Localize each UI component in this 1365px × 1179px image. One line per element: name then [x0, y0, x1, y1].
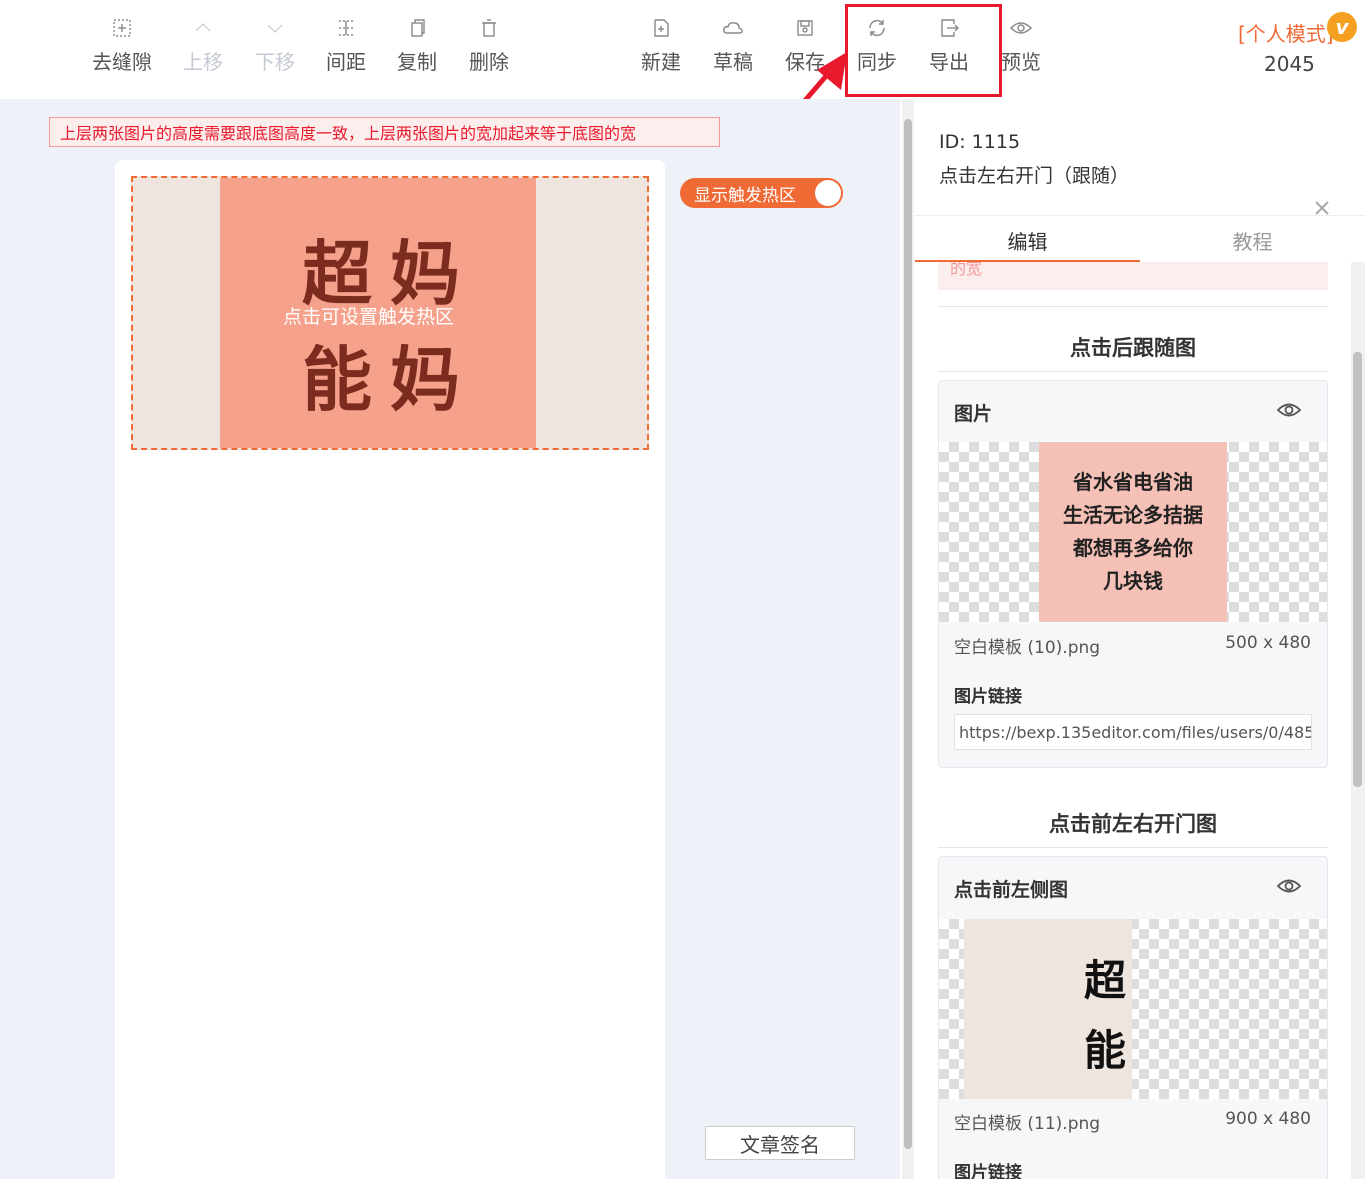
personal-mode-switch[interactable]: [个人模式]: [1238, 18, 1334, 47]
copy-icon: [406, 16, 428, 40]
eye-icon[interactable]: [1276, 877, 1302, 899]
remove-gap-label: 去缝隙: [92, 50, 152, 74]
new-label: 新建: [641, 50, 681, 74]
file-name: 空白模板 (10).png: [954, 638, 1101, 658]
trash-icon: [478, 16, 500, 40]
layout-notice: 上层两张图片的高度需要跟底图高度一致，上层两张图片的宽加起来等于底图的宽: [49, 117, 720, 147]
divider: [938, 371, 1328, 372]
new-button[interactable]: 新建: [626, 16, 696, 75]
chevron-up-icon: [192, 16, 214, 40]
warning-strip: 的宽: [938, 262, 1328, 290]
link-label: 图片链接: [954, 1163, 1022, 1179]
copy-label: 复制: [397, 50, 437, 74]
vip-badge-icon[interactable]: v: [1327, 12, 1357, 42]
cloud-icon: [722, 16, 744, 40]
draft-label: 草稿: [713, 50, 753, 74]
image-char: 超: [1083, 956, 1126, 1005]
follow-image: 省水省电省油 生活无论多拮据 都想再多给你 几块钱: [1039, 442, 1227, 622]
section-door-title: 点击前左右开门图: [1049, 812, 1217, 836]
image-link-input[interactable]: [954, 714, 1312, 750]
image-text-bottom: 能妈: [302, 339, 478, 421]
file-size: 500 x 480: [1225, 633, 1311, 653]
copy-button[interactable]: 复制: [382, 16, 452, 75]
move-down-button[interactable]: 下移: [240, 16, 310, 75]
panel-tabs: 编辑 教程: [915, 215, 1365, 262]
image-line: 省水省电省油: [1073, 470, 1193, 494]
image-line: 几块钱: [1103, 569, 1163, 593]
editor-canvas: 上层两张图片的高度需要跟底图高度一致，上层两张图片的宽加起来等于底图的宽 超妈 …: [0, 99, 900, 1179]
link-label: 图片链接: [954, 687, 1022, 707]
canvas-scrollbar-thumb[interactable]: [904, 119, 912, 1149]
grid-icon: [111, 16, 133, 40]
move-up-label: 上移: [183, 50, 223, 74]
panel-scrollbar[interactable]: [1351, 262, 1365, 1179]
remove-gap-button[interactable]: 去缝隙: [87, 16, 157, 75]
image-char: 能: [1083, 1026, 1126, 1075]
phone-preview: 超妈 能妈 点击可设置触发热区: [115, 160, 665, 1179]
eye-icon[interactable]: [1276, 401, 1302, 423]
user-count: 2045: [1264, 52, 1315, 76]
template-name: 点击左右开门（跟随）: [939, 165, 1130, 187]
follow-image-preview[interactable]: 省水省电省油 生活无论多拮据 都想再多给你 几块钱: [939, 442, 1327, 622]
chevron-down-icon: [264, 16, 286, 40]
top-toolbar: 去缝隙 上移 下移 间距 复制 删除 新建 草稿 保存 同步 导出 预览 [个人…: [0, 0, 1365, 99]
follow-image-card: 图片 省水省电省油 生活无论多拮据 都想再多给你 几块钱 空白模板 (10).p…: [938, 380, 1328, 768]
preview-label: 预览: [1001, 50, 1041, 74]
template-id: ID: 1115: [939, 131, 1021, 153]
save-icon: [794, 16, 816, 40]
properties-panel: ID: 1115 点击左右开门（跟随） 编辑 教程 的宽 点击后跟随图 图片 省…: [915, 99, 1365, 1179]
canvas-scrollbar[interactable]: [902, 99, 914, 1179]
file-name: 空白模板 (11).png: [954, 1114, 1101, 1134]
spacing-button[interactable]: 间距: [311, 16, 381, 75]
hotspot-toggle-label: 显示触发热区: [694, 185, 796, 206]
delete-label: 删除: [469, 50, 509, 74]
toggle-knob: [815, 180, 841, 206]
spacing-icon: [335, 16, 357, 40]
signature-button[interactable]: 文章签名: [705, 1126, 855, 1160]
left-image: 超 能: [964, 919, 1132, 1099]
card-title: 图片: [954, 403, 993, 425]
card-title: 点击前左侧图: [954, 879, 1069, 901]
left-image-card: 点击前左侧图 超 能 空白模板 (11).png 900 x 480 图片链接: [938, 856, 1328, 1179]
hotspot-hint: 点击可设置触发热区: [283, 306, 455, 328]
annotation-highlight-box: [845, 4, 1002, 97]
new-file-icon: [650, 16, 672, 40]
move-up-button[interactable]: 上移: [168, 16, 238, 75]
panel-scrollbar-thumb[interactable]: [1353, 352, 1362, 787]
image-line: 生活无论多拮据: [1063, 503, 1203, 527]
hotspot-image-area[interactable]: 超妈 能妈 点击可设置触发热区: [131, 176, 649, 450]
tab-tutorial[interactable]: 教程: [1140, 226, 1365, 255]
delete-button[interactable]: 删除: [454, 16, 524, 75]
file-size: 900 x 480: [1225, 1109, 1311, 1129]
left-image-preview[interactable]: 超 能: [939, 919, 1327, 1099]
move-down-label: 下移: [255, 50, 295, 74]
image-line: 都想再多给你: [1073, 536, 1193, 560]
tab-edit[interactable]: 编辑: [915, 226, 1140, 255]
spacing-label: 间距: [326, 50, 366, 74]
eye-icon: [1010, 16, 1032, 40]
section-follow-title: 点击后跟随图: [1070, 336, 1196, 360]
divider: [938, 306, 1328, 307]
divider: [938, 847, 1328, 848]
hotspot-toggle[interactable]: 显示触发热区: [680, 178, 843, 208]
